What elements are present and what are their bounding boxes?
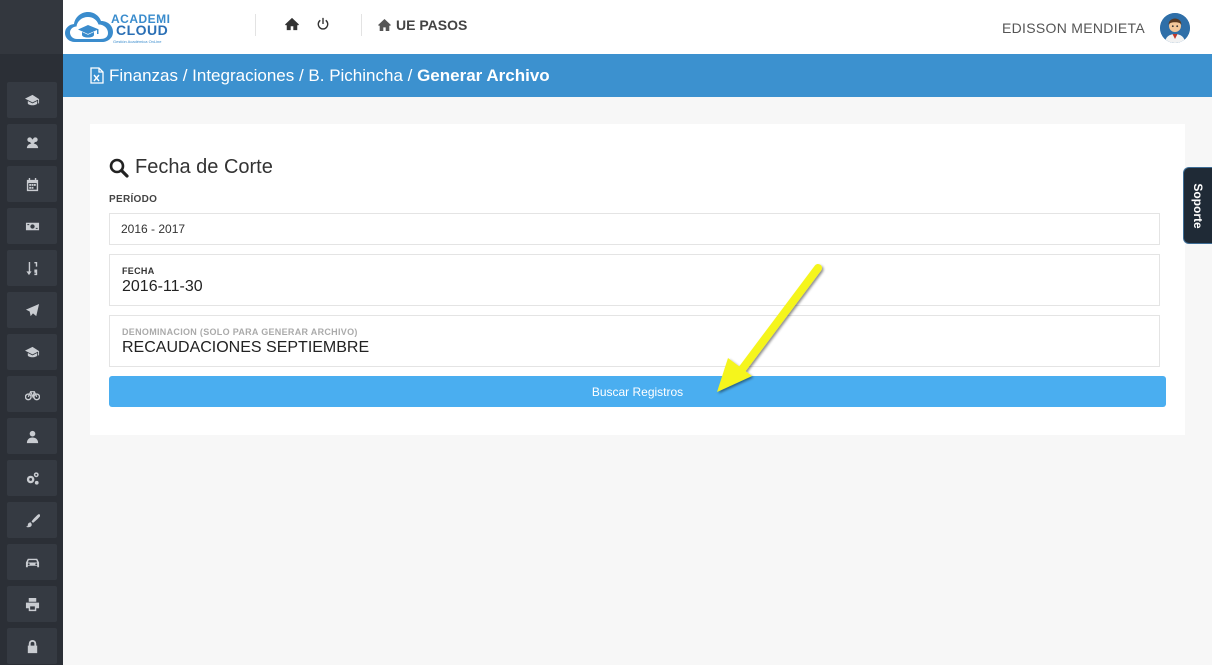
home-button[interactable] bbox=[285, 17, 299, 31]
avatar[interactable] bbox=[1160, 13, 1190, 43]
sidebar-item-academico[interactable] bbox=[7, 82, 57, 118]
academicloud-logo[interactable]: ACADEMI CLOUD Gestión Académica OnLine bbox=[63, 4, 183, 50]
school-selector[interactable]: UE PASOS bbox=[378, 17, 467, 33]
sidebar-item-transporte[interactable] bbox=[7, 544, 57, 580]
logo-text-line2: CLOUD bbox=[116, 22, 169, 38]
sidebar-item-deportes[interactable] bbox=[7, 376, 57, 412]
sidebar-item-perfil[interactable] bbox=[7, 418, 57, 454]
search-icon bbox=[109, 158, 129, 178]
breadcrumb-separator: / bbox=[294, 65, 309, 85]
power-icon bbox=[317, 17, 329, 30]
user-name[interactable]: EDISSON MENDIETA bbox=[1002, 20, 1145, 36]
sidebar-item-mensajes[interactable] bbox=[7, 292, 57, 328]
logout-button[interactable] bbox=[316, 17, 330, 31]
breadcrumb-separator: / bbox=[402, 65, 418, 85]
breadcrumb-pichincha[interactable]: B. Pichincha bbox=[308, 66, 403, 86]
fecha-input[interactable] bbox=[122, 278, 1147, 296]
sidebar-item-graduados[interactable] bbox=[7, 334, 57, 370]
users-icon bbox=[26, 136, 38, 148]
sidebar-item-ordenar[interactable] bbox=[7, 250, 57, 286]
sidebar-item-calendario[interactable] bbox=[7, 166, 57, 202]
periodo-label: PERÍODO bbox=[109, 194, 158, 205]
sidebar-item-finanzas[interactable] bbox=[7, 208, 57, 244]
breadcrumb-integraciones[interactable]: Integraciones bbox=[192, 66, 294, 86]
home-icon bbox=[285, 17, 299, 31]
top-header: ACADEMI CLOUD Gestión Académica OnLine U… bbox=[63, 0, 1212, 54]
bicycle-icon bbox=[24, 390, 40, 400]
card-title: Fecha de Corte bbox=[109, 156, 273, 179]
sidebar-header bbox=[0, 0, 63, 54]
sidebar-item-reportes[interactable] bbox=[7, 586, 57, 622]
sidebar-menu bbox=[0, 54, 63, 664]
sidebar-item-configuracion[interactable] bbox=[7, 460, 57, 496]
breadcrumb: Finanzas / Integraciones / B. Pichincha … bbox=[63, 54, 1212, 97]
paint-brush-icon bbox=[25, 513, 40, 527]
file-excel-icon bbox=[90, 67, 104, 84]
graduation-cap-icon bbox=[24, 94, 39, 105]
money-icon bbox=[25, 222, 39, 230]
breadcrumb-finanzas[interactable]: Finanzas bbox=[109, 66, 178, 86]
user-icon bbox=[26, 430, 38, 443]
school-name: UE PASOS bbox=[396, 17, 468, 33]
denominacion-label: DENOMINACION (SOLO PARA GENERAR ARCHIVO) bbox=[122, 327, 358, 337]
user-avatar-icon bbox=[1160, 13, 1190, 43]
support-tab[interactable]: Soporte bbox=[1183, 167, 1212, 244]
sidebar-item-diseno[interactable] bbox=[7, 502, 57, 538]
car-icon bbox=[25, 558, 39, 567]
sidebar-item-seguridad[interactable] bbox=[7, 628, 57, 664]
sort-numeric-icon bbox=[25, 261, 37, 275]
sidebar bbox=[0, 0, 63, 665]
logo-tagline: Gestión Académica OnLine bbox=[113, 39, 162, 44]
form-card: Fecha de Corte PERÍODO 2016 - 2017 FECHA… bbox=[90, 124, 1185, 435]
denominacion-input[interactable] bbox=[122, 339, 1147, 357]
fecha-label: FECHA bbox=[122, 266, 155, 276]
breadcrumb-separator: / bbox=[177, 65, 193, 85]
card-title-text: Fecha de Corte bbox=[135, 156, 273, 178]
home-icon bbox=[378, 19, 391, 31]
paper-plane-icon bbox=[25, 303, 39, 316]
header-divider bbox=[255, 14, 256, 36]
support-tab-label: Soporte bbox=[1191, 182, 1205, 229]
buscar-registros-button[interactable]: Buscar Registros bbox=[109, 376, 1166, 407]
print-icon bbox=[25, 597, 39, 611]
denominacion-field-group: DENOMINACION (SOLO PARA GENERAR ARCHIVO) bbox=[109, 315, 1160, 367]
breadcrumb-current: Generar Archivo bbox=[417, 65, 550, 85]
header-divider bbox=[361, 14, 362, 36]
graduation-cap-icon bbox=[24, 346, 39, 357]
sidebar-item-usuarios[interactable] bbox=[7, 124, 57, 160]
cogs-icon bbox=[26, 471, 39, 485]
periodo-select[interactable]: 2016 - 2017 bbox=[109, 213, 1160, 245]
fecha-field-group: FECHA bbox=[109, 254, 1160, 306]
lock-icon bbox=[27, 639, 37, 653]
calendar-icon bbox=[26, 177, 38, 191]
